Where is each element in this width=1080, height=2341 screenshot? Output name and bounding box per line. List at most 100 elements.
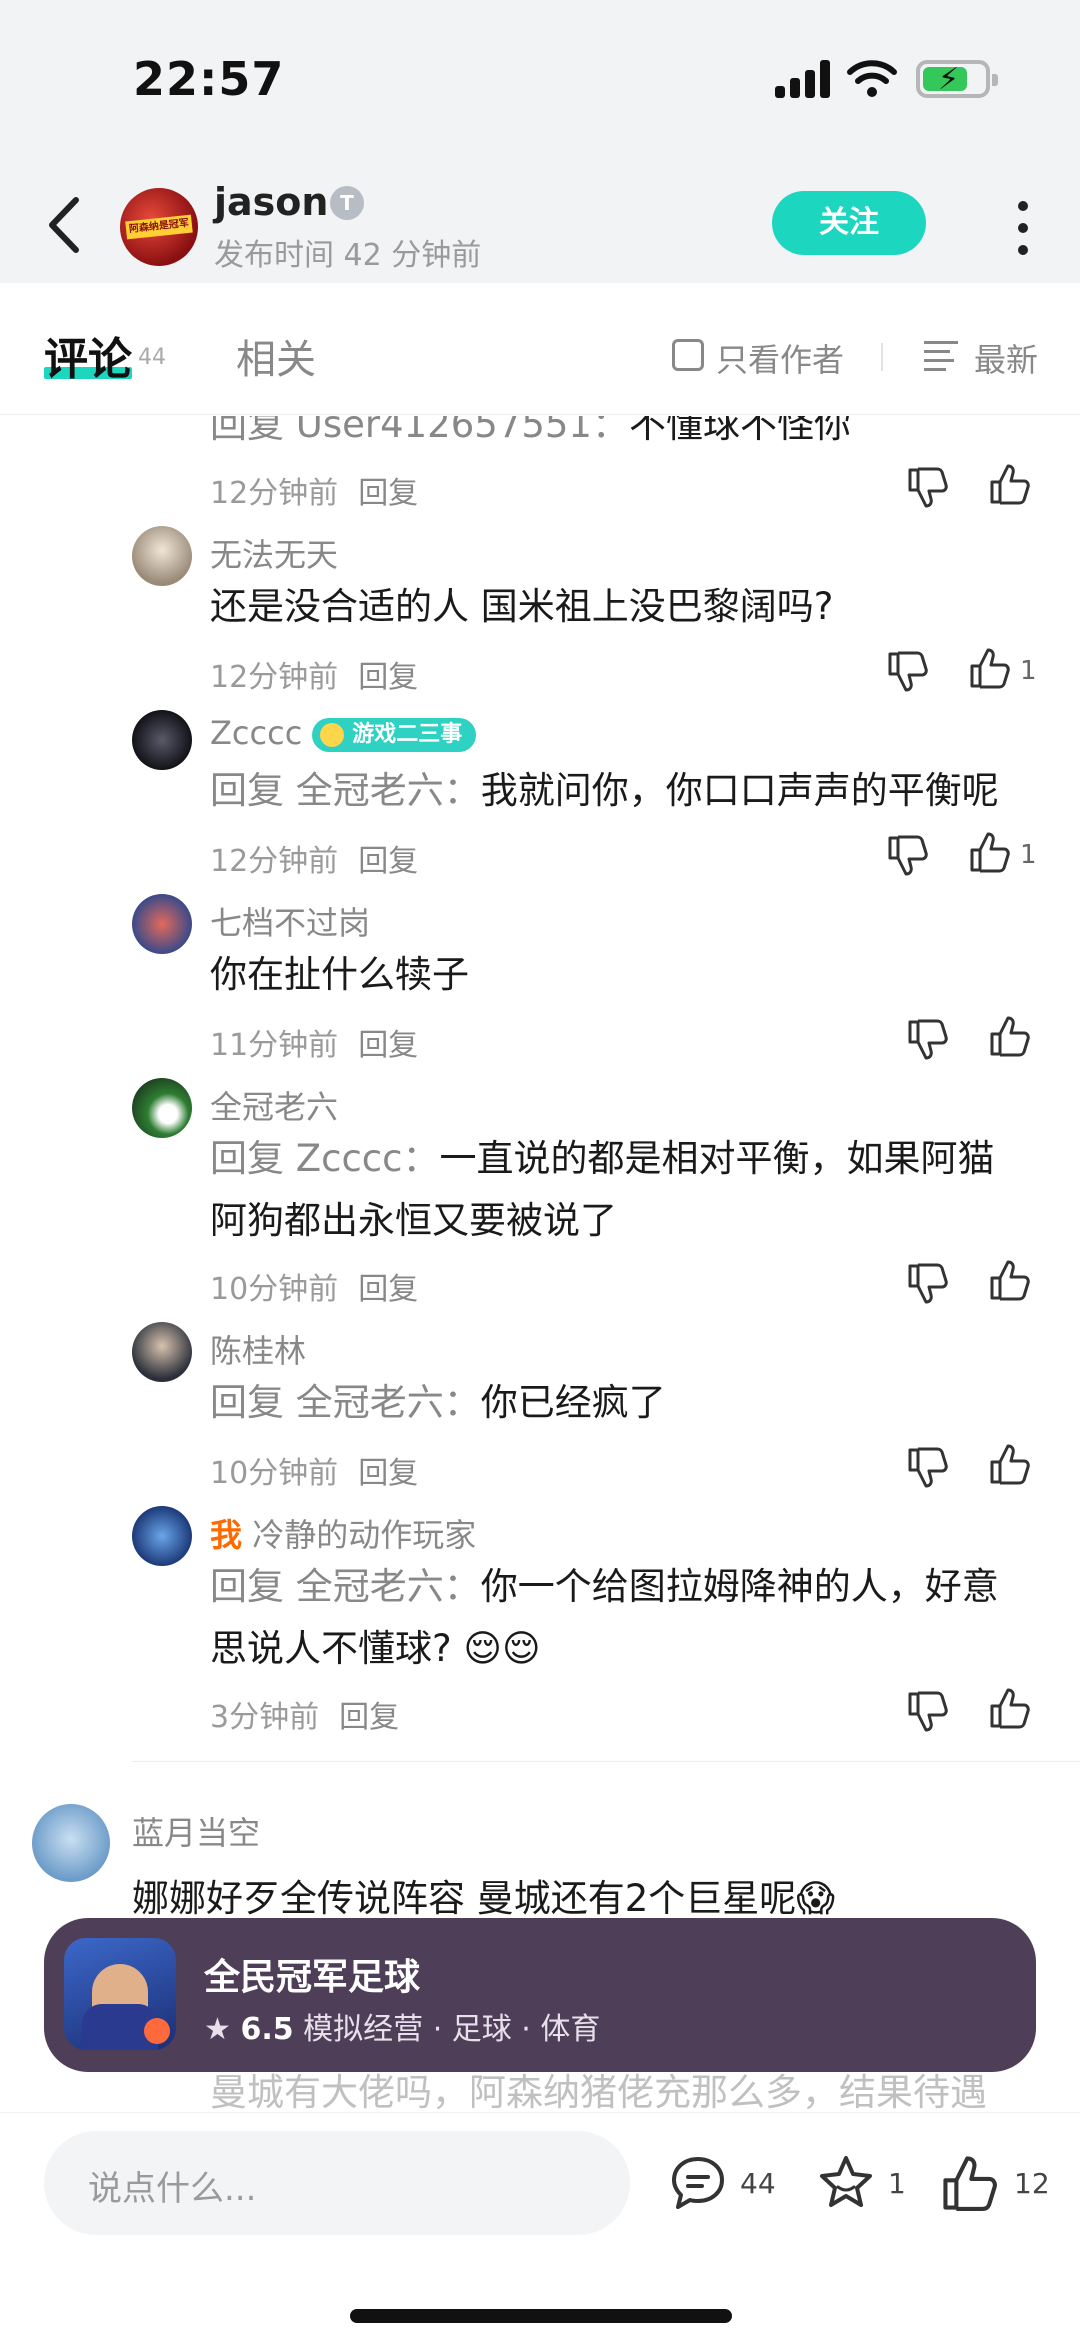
reply-reference[interactable]: 回复 全冠老六：	[210, 1565, 481, 1608]
comments-list: 回复 User412657551：不懂球不怪你 12分钟前 回复 无法无天 还是没…	[0, 416, 1080, 2110]
reply-meta: 12分钟前 回复	[210, 836, 418, 880]
reply-button[interactable]: 回复	[339, 1700, 399, 1735]
comment-icon[interactable]	[668, 2153, 728, 2213]
wifi-icon	[847, 60, 897, 97]
comment-text: 娜娜好歹全传说阵容 曼城还有2个巨星呢😱	[132, 1868, 835, 1922]
reply-time: 11分钟前	[210, 1028, 339, 1063]
avatar[interactable]	[132, 1078, 192, 1138]
reply-text: 回复 全冠老六：你一个给图拉姆降神的人，好意	[210, 1556, 1030, 1618]
reply-button[interactable]: 回复	[358, 476, 418, 511]
reply-time: 10分钟前	[210, 1456, 339, 1491]
thumb-up-icon[interactable]	[968, 830, 1012, 874]
thumb-down-icon[interactable]	[906, 466, 950, 510]
sort-button[interactable]: 最新	[974, 335, 1038, 381]
thumb-up-icon[interactable]	[988, 1014, 1032, 1058]
reply-reference[interactable]: 回复 全冠老六：	[210, 1381, 481, 1424]
reply-content: 思说人不懂球?	[210, 1627, 452, 1670]
follow-button[interactable]: 关注	[772, 191, 926, 255]
favorite-count: 1	[888, 2167, 906, 2200]
ad-rating: 6.5	[240, 2012, 294, 2047]
commenter-name[interactable]: Zcccc 游戏二三事	[210, 714, 477, 752]
game-ad-card[interactable]: 全民冠军足球 ★ 6.5 模拟经营 · 足球 · 体育	[44, 1918, 1036, 2072]
thumb-up-icon[interactable]	[988, 1258, 1032, 1302]
commenter-name[interactable]: 蓝月当空	[132, 1808, 260, 1854]
author-name[interactable]: jason	[214, 180, 328, 224]
tab-comments[interactable]: 评论	[44, 323, 132, 387]
avatar-caption: 阿森纳是冠军	[125, 214, 193, 240]
battery-icon: ⚡	[916, 60, 998, 98]
avatar[interactable]	[132, 526, 192, 586]
commenter-name[interactable]: 陈桂林	[210, 1326, 306, 1372]
thumb-down-icon[interactable]	[906, 1018, 950, 1062]
thumb-up-icon[interactable]	[988, 1686, 1032, 1730]
avatar[interactable]	[132, 1322, 192, 1382]
thumb-down-icon[interactable]	[906, 1690, 950, 1734]
reply-reference[interactable]: 回复 Zcccc：	[210, 1137, 439, 1180]
reply-meta: 10分钟前 回复	[210, 1264, 418, 1308]
commenter-name[interactable]: 无法无天	[210, 530, 338, 576]
divider	[132, 1761, 1080, 1762]
comment-count: 44	[740, 2167, 776, 2200]
thumb-down-icon[interactable]	[886, 650, 930, 694]
reply-meta: 10分钟前 回复	[210, 1448, 418, 1492]
avatar[interactable]	[32, 1804, 110, 1882]
thumb-up-icon[interactable]	[988, 1442, 1032, 1486]
signal-icon	[775, 60, 833, 98]
reply-time: 12分钟前	[210, 844, 339, 879]
reply-text: 还是没合适的人 国米祖上没巴黎阔吗?	[210, 576, 1030, 638]
reply-text-line2: 阿狗都出永恒又要被说了	[210, 1190, 1030, 1252]
reply-button[interactable]: 回复	[358, 1028, 418, 1063]
game-app-icon	[64, 1938, 176, 2050]
reply-time: 12分钟前	[210, 660, 339, 695]
comment-input-placeholder: 说点什么...	[88, 2169, 257, 2209]
reply-text: 回复 Zcccc：一直说的都是相对平衡，如果阿猫	[210, 1128, 1030, 1190]
reply-button[interactable]: 回复	[358, 1272, 418, 1307]
reply-button[interactable]: 回复	[358, 844, 418, 879]
author-only-checkbox[interactable]	[672, 339, 704, 371]
reply-meta: 12分钟前 回复	[210, 652, 418, 696]
ad-tags: 模拟经营 · 足球 · 体育	[303, 2012, 601, 2047]
star-favorite-icon[interactable]	[816, 2153, 876, 2213]
author-avatar[interactable]: 阿森纳是冠军	[120, 188, 198, 266]
star-icon: ★	[204, 2012, 231, 2047]
reply-text: 你在扯什么犊子	[210, 944, 1030, 1006]
tab-bar: 评论 44 相关 只看作者 最新	[0, 283, 1080, 415]
reply-button[interactable]: 回复	[358, 1456, 418, 1491]
thumb-up-icon[interactable]	[940, 2153, 1000, 2213]
more-icon[interactable]	[1012, 196, 1034, 255]
reply-button[interactable]: 回复	[358, 660, 418, 695]
reply-reference[interactable]: 回复 全冠老六：	[210, 769, 481, 812]
commenter-name[interactable]: 七档不过岗	[210, 898, 370, 944]
commenter-name-text: 冷静的动作玩家	[252, 1516, 477, 1554]
commenter-name[interactable]: 全冠老六	[210, 1082, 338, 1128]
level-badge: T	[330, 186, 364, 220]
avatar[interactable]	[132, 710, 192, 770]
reply-meta: 3分钟前 回复	[210, 1692, 399, 1736]
game-badge[interactable]: 游戏二三事	[312, 718, 477, 752]
reply-reference[interactable]: 回复 User412657551：	[210, 416, 629, 446]
thumb-up-icon[interactable]	[968, 646, 1012, 690]
tab-related[interactable]: 相关	[236, 327, 316, 385]
reply-content: 不懂球不怪你	[628, 416, 851, 446]
emoji: 😌😌	[463, 1627, 541, 1670]
thumb-down-icon[interactable]	[886, 834, 930, 878]
back-icon[interactable]	[40, 190, 90, 260]
reply-text: 回复 全冠老六：我就问你，你口口声声的平衡呢	[210, 760, 1030, 822]
commenter-name[interactable]: 我 冷静的动作玩家	[210, 1510, 476, 1556]
sort-icon[interactable]	[924, 339, 958, 371]
reply-content: 还是没合适的人 国米祖上没巴黎阔吗?	[210, 585, 834, 628]
thumb-up-icon[interactable]	[988, 462, 1032, 506]
home-indicator[interactable]	[350, 2309, 732, 2323]
thumb-down-icon[interactable]	[906, 1262, 950, 1306]
reply-time: 12分钟前	[210, 476, 339, 511]
author-only-label[interactable]: 只看作者	[716, 335, 844, 381]
me-tag: 我	[210, 1516, 243, 1554]
avatar[interactable]	[132, 1506, 192, 1566]
avatar[interactable]	[132, 894, 192, 954]
ad-title: 全民冠军足球	[204, 1957, 421, 1998]
thumb-down-icon[interactable]	[906, 1446, 950, 1490]
bottom-bar: 说点什么... 44 1 12	[0, 2112, 1080, 2341]
commenter-name-text: Zcccc	[210, 714, 303, 752]
top-area: 22:57 ⚡ 阿森纳是冠军 jason T 发布时间 42 分钟前 关注	[0, 0, 1080, 283]
comment-input[interactable]: 说点什么...	[44, 2131, 630, 2235]
